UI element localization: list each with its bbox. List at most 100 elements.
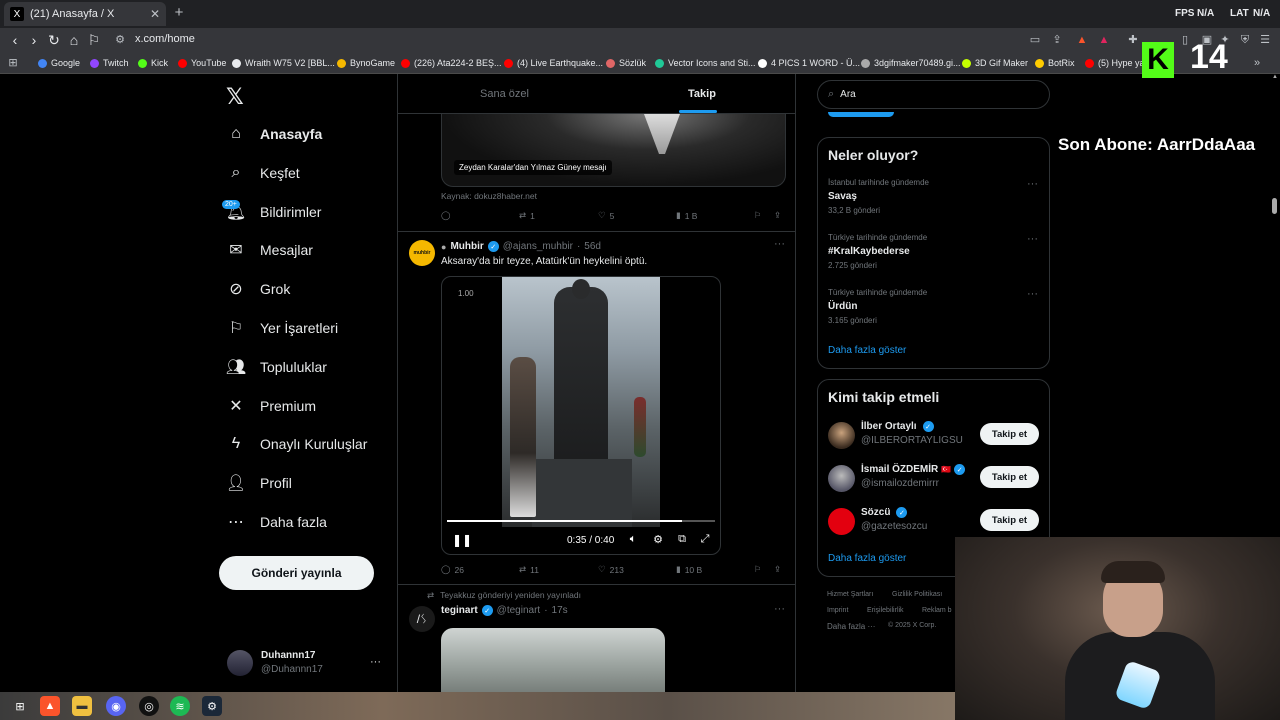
wtf-show-more[interactable]: Daha fazla göster (828, 553, 906, 564)
bookmark-item[interactable]: 4 PICS 1 WORD - Ü... (758, 56, 860, 70)
bookmark-item[interactable]: Google (38, 56, 80, 70)
suggested-user-name[interactable]: İsmail ÖZDEMİR 🇹🇷 ✓ (861, 464, 966, 475)
follow-button[interactable]: Takip et (980, 466, 1039, 488)
bookmark-icon[interactable]: ⚐ (85, 31, 103, 49)
share-post-button[interactable]: ⇪ (774, 564, 781, 575)
nav-item-communities[interactable]: 👥︎ Topluluklar (226, 355, 327, 379)
share-post-button[interactable]: ⇪ (774, 210, 781, 221)
nav-item-search[interactable]: ⌕ Keşfet (226, 161, 300, 185)
author-handle[interactable]: @ajans_muhbir (503, 241, 573, 252)
steam-icon[interactable]: ⚙ (202, 696, 222, 716)
apps-grid-icon[interactable]: ⊞ (6, 56, 20, 70)
volume-icon[interactable]: 🔈︎ (626, 533, 640, 547)
nav-item-more-circle[interactable]: ⋯ Daha fazla (226, 510, 327, 534)
fullscreen-icon[interactable]: ⤢ (698, 533, 712, 547)
repost-button[interactable]: ⇄ 11 (519, 564, 539, 575)
bookmark-item[interactable]: BynoGame (337, 56, 395, 70)
trend-item[interactable]: Türkiye tarihinde gündemde #KralKaybeders… (828, 233, 1038, 279)
bookmark-item[interactable]: (226) Ata224-2 BEŞ... (401, 56, 502, 70)
account-menu-icon[interactable]: ··· (370, 656, 381, 668)
account-name[interactable]: Duhannn17 (261, 650, 315, 661)
nav-item-home[interactable]: ⌂ Anasayfa (226, 122, 322, 146)
bookmark-item[interactable]: 3D Gif Maker (962, 56, 1028, 70)
reply-button[interactable]: ◯ (441, 210, 451, 221)
views-button[interactable]: ▮ 10 B (676, 564, 702, 575)
post-media[interactable] (441, 628, 665, 694)
url-field[interactable]: x.com/home (135, 33, 195, 45)
footer-link[interactable]: Imprint (827, 607, 848, 614)
like-button[interactable]: ♡ 5 (598, 210, 614, 221)
follow-button[interactable]: Takip et (980, 423, 1039, 445)
forward-icon[interactable]: › (25, 31, 43, 49)
video-player[interactable]: 1.00 ❚❚ 0:35 / 0:40 🔈︎ ⚙ ⧉ ⤢ (441, 276, 721, 555)
bookmark-item[interactable]: Wraith W75 V2 [BBL... (232, 56, 335, 70)
bookmark-item[interactable]: BotRix (1035, 56, 1075, 70)
scroll-thumb[interactable] (1272, 198, 1277, 214)
like-button[interactable]: ♡ 213 (598, 564, 624, 575)
repost-button[interactable]: ⇄ 1 (519, 210, 535, 221)
brave-icon[interactable]: ▲ (40, 696, 60, 716)
share-icon[interactable]: ⇪ (1050, 33, 1064, 47)
bookmark-item[interactable]: Sözlük (606, 56, 646, 70)
brave-shield-icon[interactable]: ▲ (1075, 33, 1089, 47)
bookmark-post-button[interactable]: ⚐ (754, 210, 762, 221)
post-more-icon[interactable]: ··· (774, 238, 785, 250)
avatar[interactable]: /ᛊ (409, 606, 435, 632)
home-icon[interactable]: ⌂ (65, 31, 83, 49)
scroll-up-icon[interactable]: ▲ (1272, 74, 1278, 80)
nav-item-person[interactable]: 👤︎ Profil (226, 471, 292, 495)
tab-following[interactable]: Takip (688, 88, 716, 100)
follow-button[interactable]: Takip et (980, 509, 1039, 531)
cast-icon[interactable]: ▭ (1028, 33, 1042, 47)
bookmark-item[interactable]: Twitch (90, 56, 129, 70)
reload-icon[interactable]: ↻ (45, 31, 63, 49)
suggested-user-name[interactable]: İlber Ortaylı ✓ (861, 421, 934, 432)
bookmark-item[interactable]: Kick (138, 56, 168, 70)
footer-link[interactable]: Gizlilik Politikası (892, 591, 942, 598)
x-home-logo[interactable]: 𝕏 (226, 84, 244, 110)
footer-link[interactable]: Hizmet Şartları (827, 591, 873, 598)
browser-tab[interactable]: X (21) Anasayfa / X ✕ (4, 2, 166, 26)
extensions-icon[interactable]: ✚ (1126, 33, 1140, 47)
file-explorer-icon[interactable]: ▬ (72, 696, 92, 716)
reply-button[interactable]: ◯ 26 (441, 564, 464, 575)
trends-show-more[interactable]: Daha fazla göster (828, 345, 906, 356)
views-button[interactable]: ▮ 1 B (676, 210, 697, 221)
avatar[interactable] (828, 465, 855, 492)
bookmark-item[interactable]: 3dgifmaker70489.gi... (861, 56, 961, 70)
bookmark-item[interactable]: YouTube (178, 56, 226, 70)
new-tab-button[interactable]: + (170, 4, 188, 22)
bookmark-item[interactable]: (4) Live Earthquake... (504, 56, 603, 70)
footer-more[interactable]: Daha fazla ··· (827, 622, 875, 631)
discord-icon[interactable]: ◉ (106, 696, 126, 716)
post-time[interactable]: 17s (552, 605, 568, 616)
tab-for-you[interactable]: Sana özel (480, 88, 529, 100)
nav-item-bookmark[interactable]: ⚐ Yer İşaretleri (226, 316, 338, 340)
trend-item[interactable]: İstanbul tarihinde gündemde Savaş 33,2 B g… (828, 178, 1038, 224)
trend-more-icon[interactable]: ··· (1027, 178, 1038, 190)
author-handle[interactable]: @teginart (497, 605, 541, 616)
trend-more-icon[interactable]: ··· (1027, 288, 1038, 300)
close-tab-icon[interactable]: ✕ (150, 7, 160, 21)
post-media[interactable]: Zeydan Karalar'dan Yılmaz Güney mesajı (441, 114, 786, 187)
settings-icon[interactable]: ⚙ (651, 533, 665, 547)
nav-item-envelope[interactable]: ✉ Mesajlar (226, 238, 313, 262)
rewards-icon[interactable]: ▲ (1097, 33, 1111, 47)
avatar[interactable] (828, 508, 855, 535)
bookmark-post-button[interactable]: ⚐ (754, 564, 762, 575)
bookmark-item[interactable]: Vector Icons and Sti... (655, 56, 756, 70)
nav-item-bell[interactable]: 🔔︎ Bildirimler (226, 200, 322, 224)
windows-start-icon[interactable]: ⊞ (10, 696, 30, 716)
post-more-icon[interactable]: ··· (774, 603, 785, 615)
avatar[interactable] (828, 422, 855, 449)
video-progress[interactable] (447, 520, 682, 522)
trend-item[interactable]: Türkiye tarihinde gündemde Ürdün 3.165 gön… (828, 288, 1038, 334)
nav-item-x-premium[interactable]: ✕ Premium (226, 394, 316, 418)
avatar[interactable]: muhbir (409, 240, 435, 266)
author-name[interactable]: Muhbir (450, 241, 483, 252)
site-info-icon[interactable]: ⚙ (113, 33, 127, 47)
post-time[interactable]: 56d (584, 241, 601, 252)
menu-icon[interactable]: ☰ (1258, 33, 1272, 47)
pause-icon[interactable]: ❚❚ (452, 533, 472, 547)
nav-item-lightning[interactable]: ϟ Onaylı Kuruluşlar (226, 432, 368, 456)
